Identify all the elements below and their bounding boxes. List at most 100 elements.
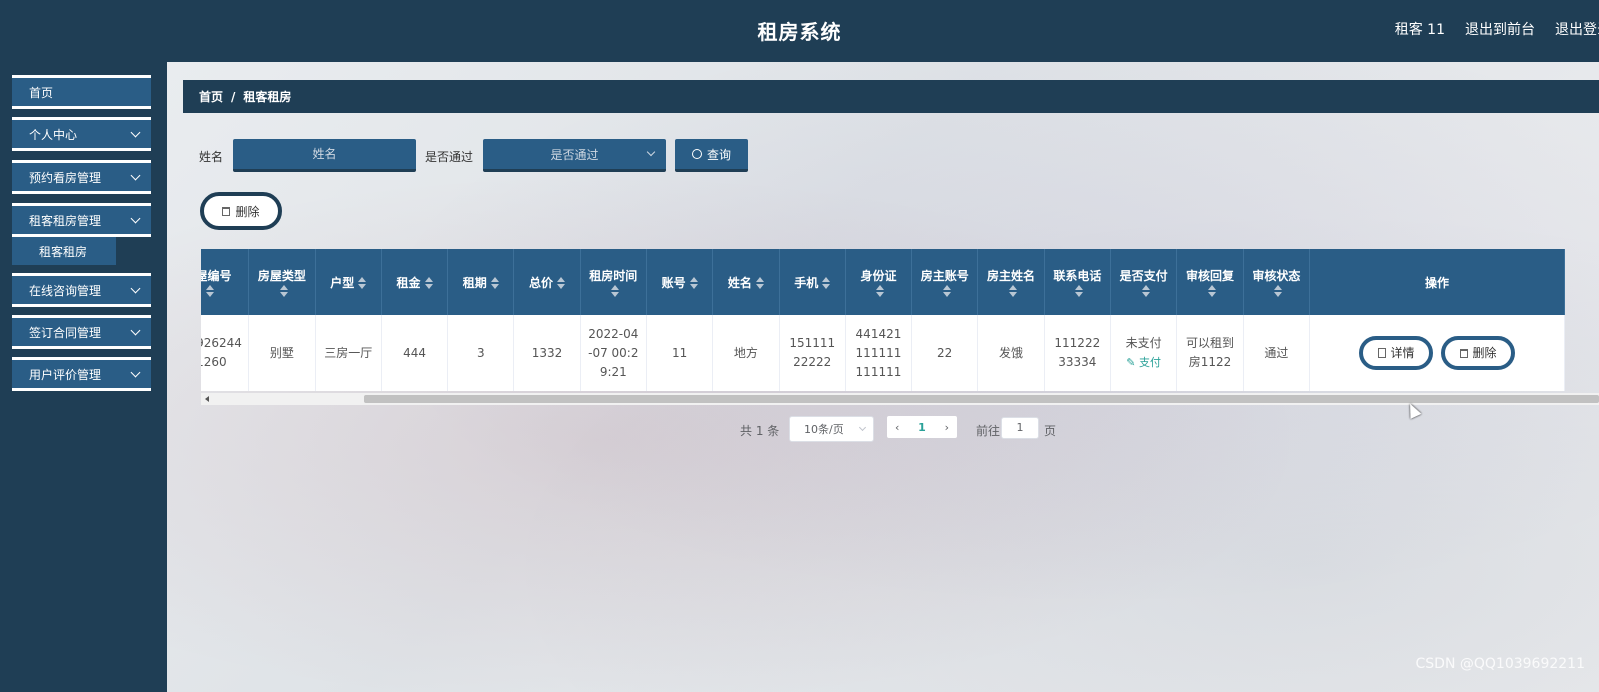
sort-icon[interactable] bbox=[490, 277, 499, 289]
sidebar-item-label: 用户评价管理 bbox=[29, 367, 102, 382]
row-delete-button[interactable]: 删除 bbox=[1441, 336, 1516, 370]
sort-icon[interactable] bbox=[822, 277, 831, 289]
current-page[interactable]: 1 bbox=[918, 421, 926, 434]
sort-icon[interactable] bbox=[205, 285, 214, 297]
sort-icon[interactable] bbox=[1141, 285, 1150, 297]
sidebar-item-online-consult[interactable]: 在线咨询管理 bbox=[12, 273, 151, 307]
col-header-rent-time[interactable]: 租房时间 bbox=[580, 249, 647, 315]
cell-rent-time: 2022-04-07 00:29:21 bbox=[580, 315, 647, 391]
batch-delete-button[interactable]: 删除 bbox=[200, 192, 282, 230]
breadcrumb: 首页 / 租客租房 bbox=[183, 80, 1599, 113]
col-header-reply[interactable]: 审核回复 bbox=[1176, 249, 1244, 315]
logout-link[interactable]: 退出登录 bbox=[1555, 19, 1599, 39]
pagination: 共 1 条 10条/页 ‹ 1 › 前往 1 页 bbox=[167, 416, 1599, 444]
sidebar-item-label: 预约看房管理 bbox=[29, 170, 102, 185]
col-header-owner-account[interactable]: 房主账号 bbox=[911, 249, 979, 315]
col-header-paid[interactable]: 是否支付 bbox=[1110, 249, 1178, 315]
scroll-left-icon[interactable] bbox=[205, 396, 209, 402]
approve-label: 是否通过 bbox=[425, 150, 474, 164]
detail-button[interactable]: 详情 bbox=[1359, 336, 1434, 370]
current-user[interactable]: 租客 11 bbox=[1395, 19, 1445, 39]
main-content: 首页 / 租客租房 姓名 是否通过 是否通过 查询 删除 房屋编号 bbox=[167, 62, 1599, 692]
chevron-down-icon bbox=[858, 423, 867, 432]
breadcrumb-separator: / bbox=[231, 89, 236, 104]
col-header-rent[interactable]: 租金 bbox=[381, 249, 449, 315]
query-button-label: 查询 bbox=[706, 147, 731, 162]
prev-page-icon[interactable]: ‹ bbox=[895, 421, 899, 434]
query-button[interactable]: 查询 bbox=[675, 139, 748, 172]
sort-icon[interactable] bbox=[755, 277, 764, 289]
cell-paid: 未支付 ✎ 支付 bbox=[1110, 315, 1178, 391]
chevron-down-icon bbox=[130, 283, 141, 293]
chevron-down-icon bbox=[130, 325, 141, 335]
col-header-phone[interactable]: 手机 bbox=[779, 249, 846, 315]
sort-icon[interactable] bbox=[942, 285, 951, 297]
sidebar-item-home[interactable]: 首页 bbox=[12, 75, 151, 109]
breadcrumb-home[interactable]: 首页 bbox=[199, 88, 223, 105]
col-header-id-card[interactable]: 身份证 bbox=[845, 249, 913, 315]
cell-id-card: 441421111111111111 bbox=[845, 315, 913, 391]
sidebar-subitem-label: 租客租房 bbox=[39, 244, 88, 259]
sort-icon[interactable] bbox=[557, 277, 565, 289]
sidebar-item-label: 首页 bbox=[29, 85, 54, 100]
table-horizontal-scrollbar[interactable] bbox=[201, 393, 1599, 405]
cell-total: 1332 bbox=[513, 315, 581, 391]
chevron-down-icon bbox=[130, 127, 141, 137]
sort-icon[interactable] bbox=[1009, 285, 1017, 297]
page-word: 页 bbox=[1044, 424, 1057, 438]
sidebar: 首页 个人中心 预约看房管理 租客租房管理 租客租房 在线咨询管理 签订合同管理… bbox=[0, 62, 167, 692]
col-header-account[interactable]: 账号 bbox=[646, 249, 714, 315]
sort-icon[interactable] bbox=[1075, 285, 1084, 297]
sidebar-item-label: 租客租房管理 bbox=[29, 213, 102, 228]
cell-name: 地方 bbox=[712, 315, 780, 391]
approve-select-placeholder: 是否通过 bbox=[550, 147, 599, 162]
sidebar-item-user-reviews[interactable]: 用户评价管理 bbox=[12, 357, 151, 391]
col-header-status[interactable]: 审核状态 bbox=[1243, 249, 1311, 315]
sidebar-item-personal-center[interactable]: 个人中心 bbox=[12, 117, 151, 151]
pay-link[interactable]: ✎ 支付 bbox=[1117, 353, 1170, 372]
breadcrumb-current: 租客租房 bbox=[243, 90, 292, 104]
batch-delete-label: 删除 bbox=[235, 204, 260, 219]
col-header-contact[interactable]: 联系电话 bbox=[1044, 249, 1111, 315]
sort-icon[interactable] bbox=[1208, 285, 1217, 297]
col-header-total[interactable]: 总价 bbox=[513, 249, 581, 315]
sort-icon[interactable] bbox=[424, 277, 433, 289]
cell-house-type: 别墅 bbox=[248, 315, 316, 391]
cell-account: 11 bbox=[646, 315, 714, 391]
sidebar-item-contracts[interactable]: 签订合同管理 bbox=[12, 315, 151, 349]
goto-page-input[interactable]: 1 bbox=[1001, 417, 1039, 439]
sidebar-item-viewing-appointments[interactable]: 预约看房管理 bbox=[12, 160, 151, 194]
approve-select[interactable]: 是否通过 bbox=[483, 139, 666, 172]
sidebar-item-label: 签订合同管理 bbox=[29, 325, 102, 340]
top-header: 租房系统 租客 11 退出到前台 退出登录 bbox=[0, 0, 1599, 62]
cell-actions: 详情 删除 bbox=[1309, 315, 1565, 391]
col-header-house-type[interactable]: 房屋类型 bbox=[248, 249, 316, 315]
pagination-total: 共 1 条 bbox=[740, 424, 780, 438]
col-header-owner-name[interactable]: 房主姓名 bbox=[977, 249, 1045, 315]
cell-owner-name: 发饿 bbox=[977, 315, 1045, 391]
sort-icon[interactable] bbox=[611, 285, 620, 297]
next-page-icon[interactable]: › bbox=[945, 421, 949, 434]
sidebar-subitem-tenant-rental[interactable]: 租客租房 bbox=[12, 237, 116, 265]
col-header-term[interactable]: 租期 bbox=[447, 249, 515, 315]
data-table: 房屋编号 房屋类型 户型 租金 租期 总价 租房时间 账号 姓名 手机 身份证 … bbox=[201, 249, 1599, 406]
trash-icon bbox=[222, 206, 231, 216]
name-label: 姓名 bbox=[199, 150, 224, 164]
sort-icon[interactable] bbox=[279, 285, 288, 297]
sort-icon[interactable] bbox=[358, 277, 367, 289]
header-links: 租客 11 退出到前台 退出登录 bbox=[1395, 19, 1599, 39]
sidebar-item-tenant-rental[interactable]: 租客租房管理 bbox=[12, 203, 151, 237]
chevron-down-icon bbox=[130, 213, 141, 223]
name-input[interactable] bbox=[233, 139, 416, 172]
sidebar-item-label: 在线咨询管理 bbox=[29, 283, 102, 298]
col-header-name[interactable]: 姓名 bbox=[712, 249, 780, 315]
page-navigator: ‹ 1 › bbox=[887, 416, 957, 438]
page-size-select[interactable]: 10条/页 bbox=[789, 416, 874, 442]
sort-icon[interactable] bbox=[689, 277, 698, 289]
sort-icon[interactable] bbox=[1274, 285, 1283, 297]
back-to-front-link[interactable]: 退出到前台 bbox=[1465, 19, 1535, 39]
col-header-house-no[interactable]: 房屋编号 bbox=[201, 249, 250, 315]
goto-label: 前往 bbox=[976, 424, 1001, 438]
sort-icon[interactable] bbox=[876, 285, 885, 297]
col-header-layout[interactable]: 户型 bbox=[315, 249, 382, 315]
